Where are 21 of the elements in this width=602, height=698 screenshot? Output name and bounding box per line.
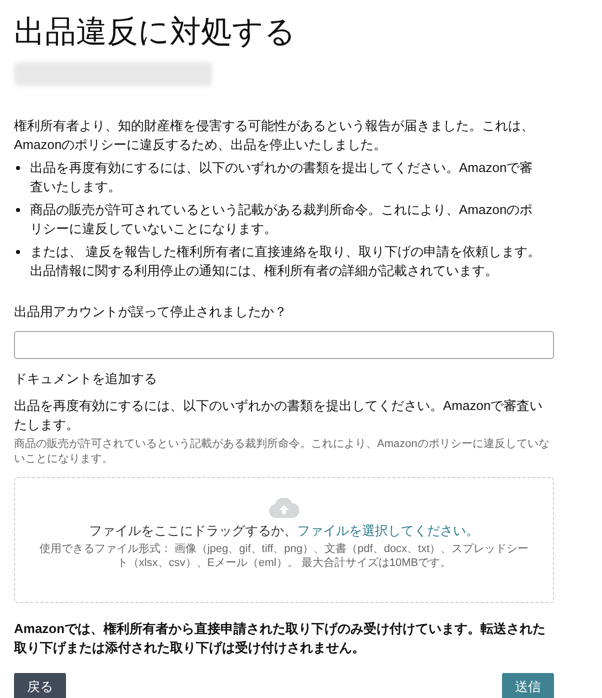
drop-zone[interactable]: ファイルをここにドラッグするか、ファイルを選択してください。 使用できるファイル形式： 画像（jpeg、gif、tiff、png）、文書（pdf、docx、txt）、スプレッドシート（xlsx、csv）、Eメール（eml）。 最大合計サイズは10MBです。 <box>14 477 554 603</box>
bullet-text: 出品を再度有効にするには、以下のいずれかの書類を提出してください。Amazonで審査いたします。 <box>30 159 534 196</box>
bullet-icon <box>16 250 20 254</box>
intro-text: 権利所有者より、知的財産権を侵害する可能性があるという報告が届きました。これは、Amazonのポリシーに違反するため、出品を停止いたしました。 <box>14 117 535 154</box>
file-formats-text: 使用できるファイル形式： 画像（jpeg、gif、tiff、png）、文書（pdf、docx、txt）、スプレッドシート（xlsx、csv）、Eメール（eml）。 最大合計サイズは10MBです。 <box>38 542 530 570</box>
documents-description: 出品を再度有効にするには、以下のいずれかの書類を提出してください。Amazonで審査いたします。 <box>14 397 544 434</box>
choose-file-link[interactable]: ファイルを選択してください。 <box>297 523 479 538</box>
back-button[interactable]: 戻る <box>14 673 66 698</box>
bullet-icon <box>16 166 20 170</box>
cloud-upload-icon <box>269 498 299 518</box>
question-label: 出品用アカウントが誤って停止されましたか？ <box>14 303 288 321</box>
bullet-text: 商品の販売が許可されているという記載がある裁判所命令。これにより、Amazonのポリシーに違反していないことになります。 <box>30 201 534 238</box>
submit-button[interactable]: 送信 <box>502 673 554 698</box>
answer-field[interactable] <box>14 331 554 359</box>
bullet-icon <box>16 208 20 212</box>
page-title: 出品違反に対処する <box>14 13 297 51</box>
drop-prompt: ファイルをここにドラッグするか、ファイルを選択してください。 <box>89 522 479 540</box>
documents-heading: ドキュメントを追加する <box>14 370 158 388</box>
bullet-text: または、 違反を報告した権利所有者に直接連絡を取り、取り下げの申請を依頼します。出品情報に関する利用停止の通知には、権利所有者の詳細が記載されています。 <box>30 243 542 280</box>
notice-text: Amazonでは、権利所有者から直接申請された取り下げのみ受け付けています。転送された取り下げまたは添付された取り下げは受け付けされません。 <box>14 620 547 657</box>
documents-hint: 商品の販売が許可されているという記載がある裁判所命令。これにより、Amazonのポリシーに違反していないことになります。 <box>14 437 550 467</box>
